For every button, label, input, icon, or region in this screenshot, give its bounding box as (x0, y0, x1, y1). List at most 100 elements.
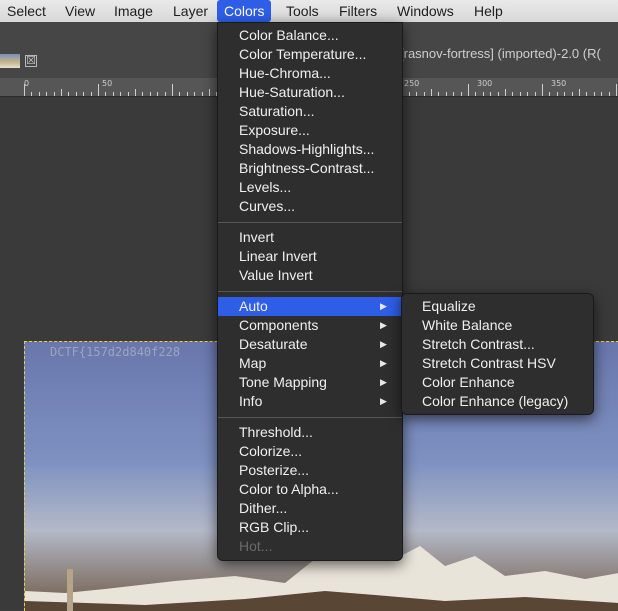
submenu-item-color-enhance[interactable]: Color Enhance (402, 373, 593, 392)
colors-menu: Color Balance... Color Temperature... Hu… (217, 22, 403, 561)
menu-item-dither[interactable]: Dither... (218, 499, 402, 518)
ruler-tick (483, 92, 484, 96)
ruler-tick (475, 92, 476, 96)
menu-layer[interactable]: Layer (166, 0, 215, 22)
ruler-tick (61, 89, 62, 96)
ruler-tick (39, 92, 40, 96)
ruler-tick (165, 92, 166, 96)
ruler-tick (549, 92, 550, 96)
menu-item-color-temperature[interactable]: Color Temperature... (218, 45, 402, 64)
ruler-tick (46, 92, 47, 96)
ruler-tick (512, 92, 513, 96)
ruler-tick (179, 92, 180, 96)
menu-view[interactable]: View (58, 0, 102, 22)
menu-item-curves[interactable]: Curves... (218, 197, 402, 216)
submenu-item-color-enhance-legacy[interactable]: Color Enhance (legacy) (402, 392, 593, 411)
submenu-item-stretch-contrast-hsv[interactable]: Stretch Contrast HSV (402, 354, 593, 373)
ruler-tick (172, 84, 173, 96)
menu-item-invert[interactable]: Invert (218, 228, 402, 247)
ruler-tick (468, 84, 469, 96)
menu-item-shadows-highlights[interactable]: Shadows-Highlights... (218, 140, 402, 159)
ruler-tick (209, 89, 210, 96)
menu-item-posterize[interactable]: Posterize... (218, 461, 402, 480)
ruler-tick (498, 92, 499, 96)
ruler-tick (76, 92, 77, 96)
ruler-tick (150, 92, 151, 96)
ruler-label: 300 (477, 79, 493, 88)
menu-tools[interactable]: Tools (279, 0, 326, 22)
submenu-item-white-balance[interactable]: White Balance (402, 316, 593, 335)
ruler-tick (424, 92, 425, 96)
ruler-tick (91, 92, 92, 96)
menu-item-color-balance[interactable]: Color Balance... (218, 26, 402, 45)
submenu-item-stretch-contrast[interactable]: Stretch Contrast... (402, 335, 593, 354)
menu-item-brightness-contrast[interactable]: Brightness-Contrast... (218, 159, 402, 178)
submenu-item-equalize[interactable]: Equalize (402, 297, 593, 316)
ruler-tick (157, 92, 158, 96)
menu-item-hue-saturation[interactable]: Hue-Saturation... (218, 83, 402, 102)
ruler-label: 350 (551, 79, 567, 88)
ruler-tick (98, 84, 99, 96)
menu-item-hot: Hot... (239, 538, 273, 554)
ruler-tick (601, 92, 602, 96)
submenu-arrow-icon: ▶ (380, 339, 387, 349)
ruler-tick (461, 92, 462, 96)
ruler-tick (416, 92, 417, 96)
menu-item-exposure[interactable]: Exposure... (218, 121, 402, 140)
window-title: [rasnov-fortress] (imported)-2.0 (R( (400, 46, 601, 61)
submenu-arrow-icon: ▶ (380, 301, 387, 311)
ruler-tick (505, 89, 506, 96)
ruler-tick (542, 84, 543, 96)
ruler-label: 250 (404, 79, 420, 88)
ruler-tick (520, 92, 521, 96)
ruler-tick (527, 92, 528, 96)
menu-item-threshold[interactable]: Threshold... (218, 423, 402, 442)
menu-image[interactable]: Image (107, 0, 160, 22)
menu-item-linear-invert[interactable]: Linear Invert (218, 247, 402, 266)
menu-item-components[interactable]: Components ▶ (218, 316, 402, 335)
menu-item-map[interactable]: Map ▶ (218, 354, 402, 373)
submenu-arrow-icon: ▶ (380, 396, 387, 406)
menu-item-desaturate[interactable]: Desaturate ▶ (218, 335, 402, 354)
submenu-arrow-icon: ▶ (380, 377, 387, 387)
ruler-tick (187, 92, 188, 96)
menu-item-colorize[interactable]: Colorize... (218, 442, 402, 461)
menu-item-value-invert[interactable]: Value Invert (218, 266, 402, 285)
ruler-tick (135, 89, 136, 96)
menu-item-saturation[interactable]: Saturation... (218, 102, 402, 121)
ruler-tick (446, 92, 447, 96)
menu-item-auto[interactable]: Auto ▶ (218, 297, 402, 316)
close-icon[interactable]: ☒ (25, 55, 37, 67)
ruler-tick (54, 92, 55, 96)
ruler-tick (594, 92, 595, 96)
menu-item-rgb-clip[interactable]: RGB Clip... (218, 518, 402, 537)
menu-filters[interactable]: Filters (332, 0, 384, 22)
menu-item-hue-chroma[interactable]: Hue-Chroma... (218, 64, 402, 83)
ruler-tick (586, 92, 587, 96)
menubar: Select View Image Layer Colors Tools Fil… (0, 0, 618, 23)
ruler-tick (24, 84, 25, 96)
ruler-tick (438, 92, 439, 96)
menu-item-levels[interactable]: Levels... (218, 178, 402, 197)
menu-colors[interactable]: Colors (217, 0, 272, 22)
ruler-tick (564, 92, 565, 96)
ruler-tick (609, 92, 610, 96)
ruler-tick (202, 92, 203, 96)
menu-item-tone-mapping[interactable]: Tone Mapping ▶ (218, 373, 402, 392)
ruler-label: 50 (102, 79, 113, 88)
menu-item-color-to-alpha[interactable]: Color to Alpha... (218, 480, 402, 499)
menu-separator (218, 222, 402, 223)
image-tab-thumbnail[interactable] (0, 54, 20, 68)
menu-item-info[interactable]: Info ▶ (218, 392, 402, 411)
ruler-tick (572, 92, 573, 96)
ruler-tick (616, 84, 617, 96)
menu-windows[interactable]: Windows (390, 0, 461, 22)
ruler-tick (579, 89, 580, 96)
ruler-tick (453, 92, 454, 96)
menu-separator (218, 291, 402, 292)
ruler-tick (128, 92, 129, 96)
menu-select[interactable]: Select (0, 0, 53, 22)
menu-help[interactable]: Help (467, 0, 510, 22)
ruler-tick (431, 89, 432, 96)
submenu-arrow-icon: ▶ (380, 358, 387, 368)
